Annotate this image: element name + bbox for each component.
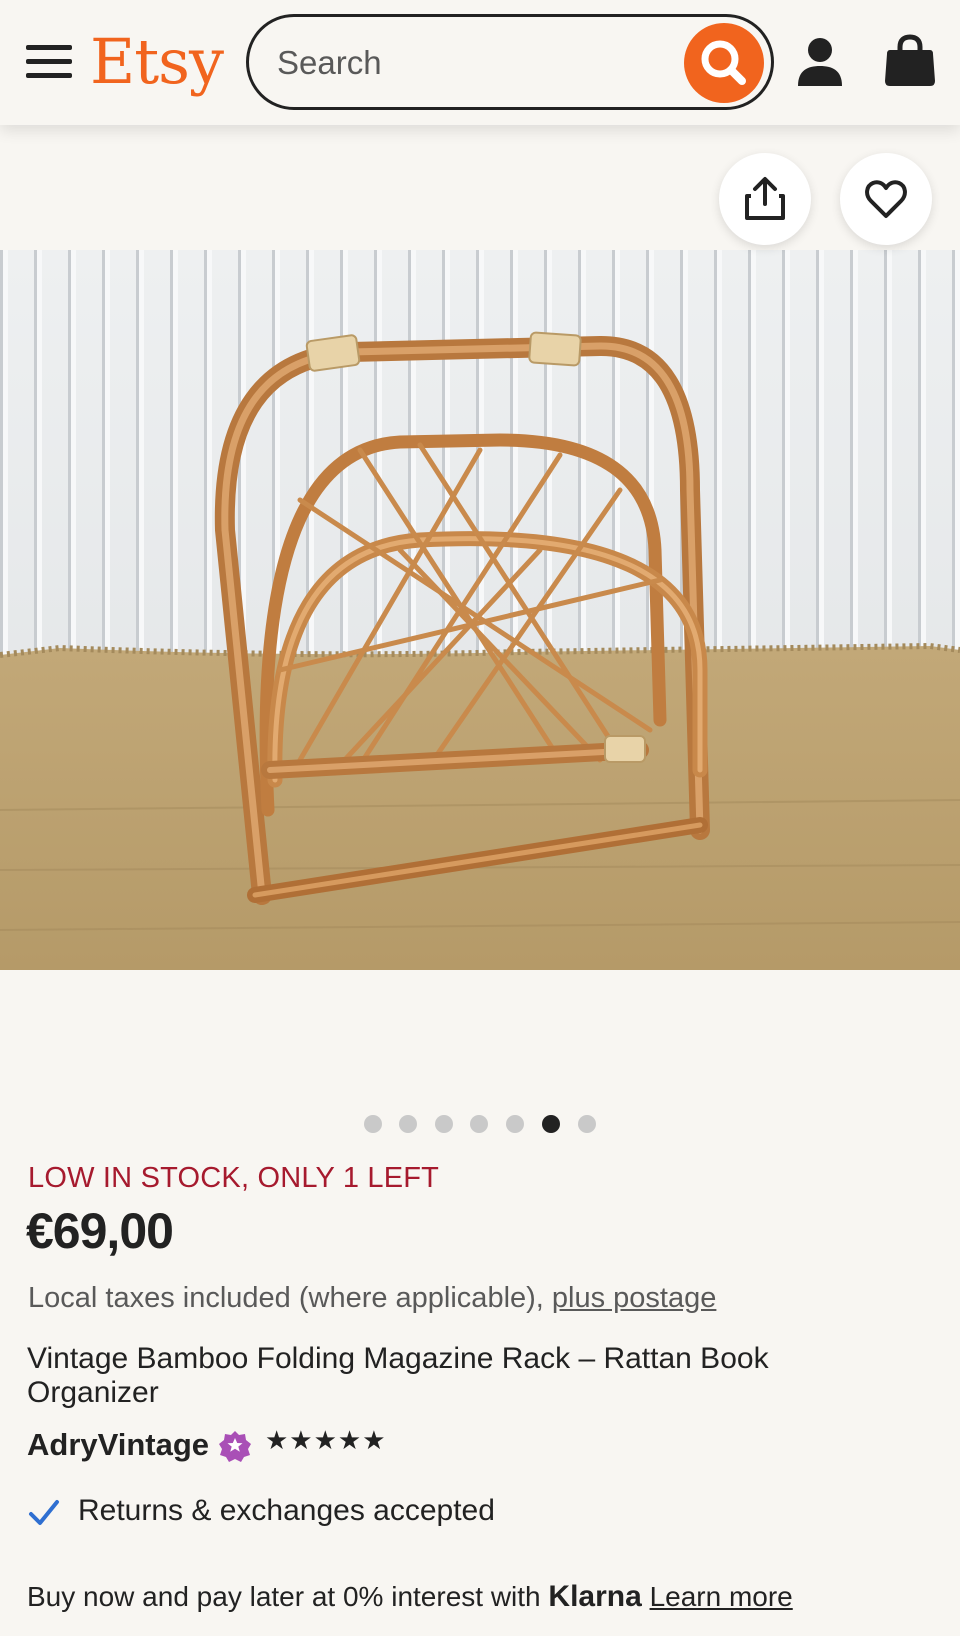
klarna-brand: Klarna — [548, 1580, 642, 1613]
search-bar — [246, 14, 774, 110]
hamburger-menu-icon[interactable] — [26, 45, 72, 79]
star-seller-badge-icon — [219, 1431, 251, 1462]
heart-icon — [865, 180, 907, 218]
returns-text: Returns & exchanges accepted — [78, 1494, 495, 1527]
share-icon — [745, 177, 785, 220]
carousel-dot[interactable] — [470, 1115, 488, 1133]
user-icon[interactable] — [795, 36, 845, 88]
shopping-bag-icon[interactable] — [884, 34, 936, 88]
carousel-dot[interactable] — [578, 1115, 596, 1133]
carousel-dot[interactable] — [435, 1115, 453, 1133]
checkmark-icon — [29, 1500, 59, 1525]
price: €69,00 — [26, 1203, 174, 1259]
share-button[interactable] — [719, 153, 811, 245]
magnifier-icon — [701, 40, 746, 85]
klarna-financing: Buy now and pay later at 0% interest wit… — [27, 1580, 793, 1614]
image-carousel-dots — [0, 1115, 960, 1135]
carousel-dot[interactable] — [506, 1115, 524, 1133]
top-header: Etsy — [0, 0, 960, 125]
tax-info: Local taxes included (where applicable),… — [28, 1282, 716, 1315]
favorite-button[interactable] — [840, 153, 932, 245]
postage-link[interactable]: plus postage — [552, 1282, 716, 1314]
tax-text: Local taxes included (where applicable), — [28, 1282, 544, 1314]
search-input[interactable] — [277, 43, 657, 83]
carousel-dot[interactable] — [399, 1115, 417, 1133]
klarna-learn-more-link[interactable]: Learn more — [650, 1581, 793, 1612]
shop-name-link[interactable]: AdryVintage — [27, 1427, 209, 1463]
stock-notice: LOW IN STOCK, ONLY 1 LEFT — [28, 1162, 440, 1194]
carousel-dot[interactable] — [364, 1115, 382, 1133]
search-button[interactable] — [684, 23, 764, 103]
product-image[interactable] — [0, 250, 960, 970]
rating-stars: ★★★★★ — [265, 1426, 387, 1456]
carousel-dot-active[interactable] — [542, 1115, 560, 1133]
listing-title: Vintage Bamboo Folding Magazine Rack – R… — [27, 1342, 769, 1409]
etsy-logo[interactable]: Etsy — [90, 22, 224, 102]
klarna-text: Buy now and pay later at 0% interest wit… — [27, 1581, 541, 1612]
